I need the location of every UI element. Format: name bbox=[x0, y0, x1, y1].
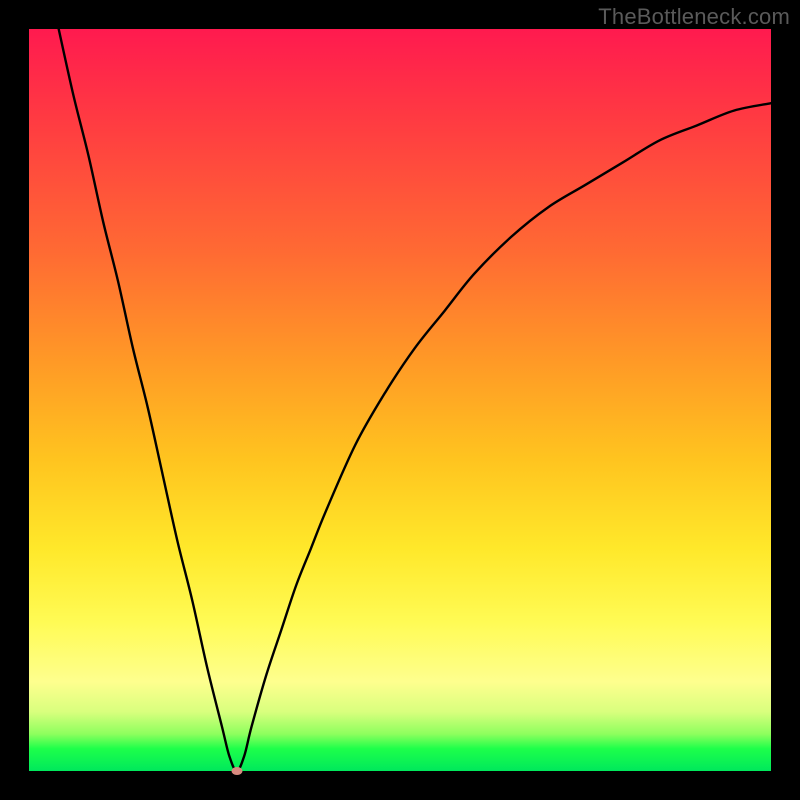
optimal-point-marker bbox=[231, 767, 242, 775]
bottleneck-curve bbox=[59, 29, 771, 771]
plot-area bbox=[29, 29, 771, 771]
curve-layer bbox=[29, 29, 771, 771]
watermark-text: TheBottleneck.com bbox=[598, 4, 790, 30]
chart-frame: TheBottleneck.com bbox=[0, 0, 800, 800]
